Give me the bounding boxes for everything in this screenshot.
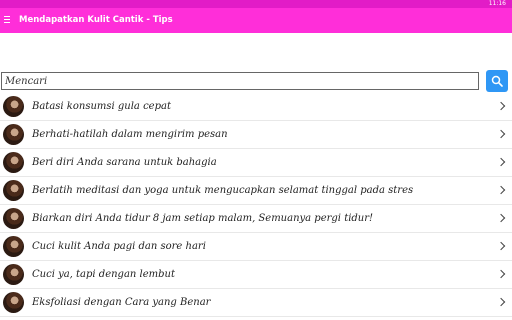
avatar (3, 208, 24, 229)
chevron-right-icon (496, 269, 506, 279)
chevron-right-icon (496, 213, 506, 223)
chevron-right-icon (496, 101, 506, 111)
search-input[interactable] (1, 72, 479, 90)
app-bar: Mendapatkan Kulit Cantik - Tips (0, 8, 512, 33)
app-title: Mendapatkan Kulit Cantik - Tips (19, 15, 173, 25)
list-item-label: Biarkan diri Anda tidur 8 jam setiap mal… (32, 213, 374, 224)
list-item[interactable]: Biarkan diri Anda tidur 8 jam setiap mal… (0, 205, 512, 233)
list-item[interactable]: Berhati-hatilah dalam mengirim pesan (0, 121, 512, 149)
list-item[interactable]: Beri diri Anda sarana untuk bahagia (0, 149, 512, 177)
avatar (3, 96, 24, 117)
chevron-right-icon (496, 129, 506, 139)
chevron-right-icon (496, 297, 506, 307)
list-item-label: Beri diri Anda sarana untuk bahagia (32, 157, 217, 168)
tips-list: Batasi konsumsi gula cepat Berhati-hatil… (0, 93, 512, 317)
list-item-label: Berlatih meditasi dan yoga untuk menguca… (32, 185, 414, 196)
avatar (3, 292, 24, 313)
list-item[interactable]: Batasi konsumsi gula cepat (0, 93, 512, 121)
chevron-right-icon (496, 185, 506, 195)
avatar (3, 264, 24, 285)
list-item-label: Eksfoliasi dengan Cara yang Benar (32, 297, 211, 308)
list-item-label: Cuci ya, tapi dengan lembut (32, 269, 175, 280)
avatar (3, 180, 24, 201)
list-item-label: Berhati-hatilah dalam mengirim pesan (32, 129, 228, 140)
list-item[interactable]: Cuci ya, tapi dengan lembut (0, 261, 512, 289)
avatar (3, 236, 24, 257)
search-icon (491, 75, 503, 87)
avatar (3, 124, 24, 145)
status-time: 11:16 (488, 0, 506, 7)
list-item[interactable]: Eksfoliasi dengan Cara yang Benar (0, 289, 512, 317)
avatar (3, 152, 24, 173)
status-bar: 11:16 (0, 0, 512, 8)
list-item-label: Cuci kulit Anda pagi dan sore hari (32, 241, 206, 252)
list-item[interactable]: Cuci kulit Anda pagi dan sore hari (0, 233, 512, 261)
chevron-right-icon (496, 241, 506, 251)
list-item-label: Batasi konsumsi gula cepat (32, 101, 171, 112)
menu-icon[interactable] (4, 16, 10, 23)
search-button[interactable] (486, 70, 508, 92)
list-item[interactable]: Berlatih meditasi dan yoga untuk menguca… (0, 177, 512, 205)
chevron-right-icon (496, 157, 506, 167)
